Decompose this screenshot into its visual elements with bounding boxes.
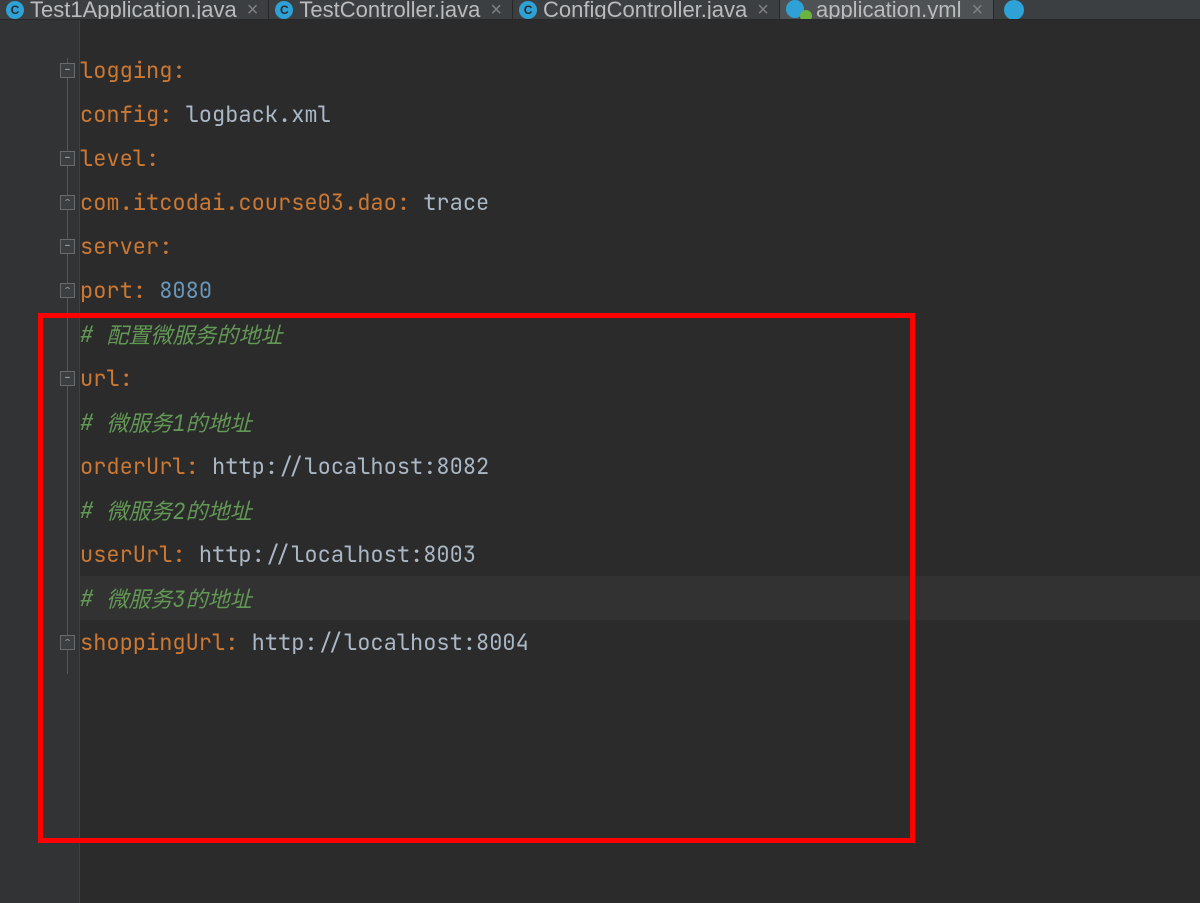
code-area[interactable]: logging: config: logback.xml level: com.…: [80, 20, 1200, 903]
code-line[interactable]: server:: [80, 224, 1200, 268]
code-line[interactable]: port: 8080: [80, 268, 1200, 312]
java-class-icon: C: [519, 1, 537, 19]
yaml-key: shoppingUrl: [80, 628, 225, 657]
tab-testcontroller-java[interactable]: C TestController.java ×: [269, 0, 513, 19]
comment-text: 微服务2的地址: [106, 494, 251, 526]
tab-application-yml[interactable]: application.yml ×: [780, 0, 994, 19]
comment-text: 微服务1的地址: [106, 406, 251, 438]
code-line[interactable]: orderUrl: http://localhost:8082: [80, 444, 1200, 488]
comment: #: [80, 496, 106, 525]
gutter: [0, 20, 80, 903]
fold-end-icon[interactable]: [60, 635, 75, 650]
java-class-icon: C: [6, 1, 24, 19]
yaml-value: http://localhost:8004: [252, 628, 529, 657]
yaml-value: trace: [423, 188, 489, 217]
spring-config-icon: [786, 0, 810, 20]
yaml-value: logback.xml: [186, 100, 331, 129]
code-line[interactable]: shoppingUrl: http://localhost:8004: [80, 620, 1200, 664]
fold-toggle-icon[interactable]: [60, 151, 75, 166]
code-line[interactable]: # 微服务2的地址: [80, 488, 1200, 532]
yaml-value: 8080: [159, 276, 212, 305]
close-icon[interactable]: ×: [971, 0, 983, 20]
yaml-key: userUrl: [80, 540, 172, 569]
editor: logging: config: logback.xml level: com.…: [0, 20, 1200, 903]
code-line[interactable]: level:: [80, 136, 1200, 180]
code-line[interactable]: com.itcodai.course03.dao: trace: [80, 180, 1200, 224]
code-line[interactable]: url:: [80, 356, 1200, 400]
yaml-key: com.itcodai.course03.dao: [80, 188, 397, 217]
fold-toggle-icon[interactable]: [60, 63, 75, 78]
fold-toggle-icon[interactable]: [60, 371, 75, 386]
close-icon[interactable]: ×: [490, 0, 502, 20]
tab-test1application-java[interactable]: C Test1Application.java ×: [0, 0, 269, 19]
tab-bar: C Test1Application.java × C TestController.j…: [0, 0, 1200, 20]
tab-label: Test1Application.java: [30, 0, 237, 20]
code-line[interactable]: userUrl: http://localhost:8003: [80, 532, 1200, 576]
yaml-key: level: [80, 144, 146, 173]
comment: #: [80, 584, 106, 613]
fold-toggle-icon[interactable]: [60, 239, 75, 254]
comment: #: [80, 408, 106, 437]
yaml-key: logging: [80, 56, 172, 85]
code-line[interactable]: config: logback.xml: [80, 92, 1200, 136]
fold-end-icon[interactable]: [60, 195, 75, 210]
yaml-key: config: [80, 100, 159, 129]
code-line[interactable]: # 微服务1的地址: [80, 400, 1200, 444]
code-line[interactable]: # 微服务3的地址: [80, 576, 1200, 620]
tab-label: ConfigController.java: [543, 0, 747, 20]
java-class-icon: C: [275, 1, 293, 19]
yaml-key: orderUrl: [80, 452, 186, 481]
tab-label: TestController.java: [299, 0, 480, 20]
comment-text: 配置微服务的地址: [106, 318, 282, 350]
comment-text: 微服务3的地址: [106, 582, 251, 614]
yaml-value: http://localhost:8082: [212, 452, 489, 481]
tab-configcontroller-java[interactable]: C ConfigController.java ×: [513, 0, 780, 19]
tab-label: application.yml: [816, 0, 962, 20]
close-icon[interactable]: ×: [247, 0, 259, 20]
code-line[interactable]: # 配置微服务的地址: [80, 312, 1200, 356]
yaml-key: server: [80, 232, 159, 261]
yaml-key: port: [80, 276, 133, 305]
code-line[interactable]: logging:: [80, 48, 1200, 92]
yaml-value: http://localhost:8003: [199, 540, 476, 569]
comment: #: [80, 320, 106, 349]
yaml-key: url: [80, 364, 120, 393]
next-tab-icon: [1004, 0, 1024, 20]
close-icon[interactable]: ×: [757, 0, 769, 20]
fold-end-icon[interactable]: [60, 283, 75, 298]
